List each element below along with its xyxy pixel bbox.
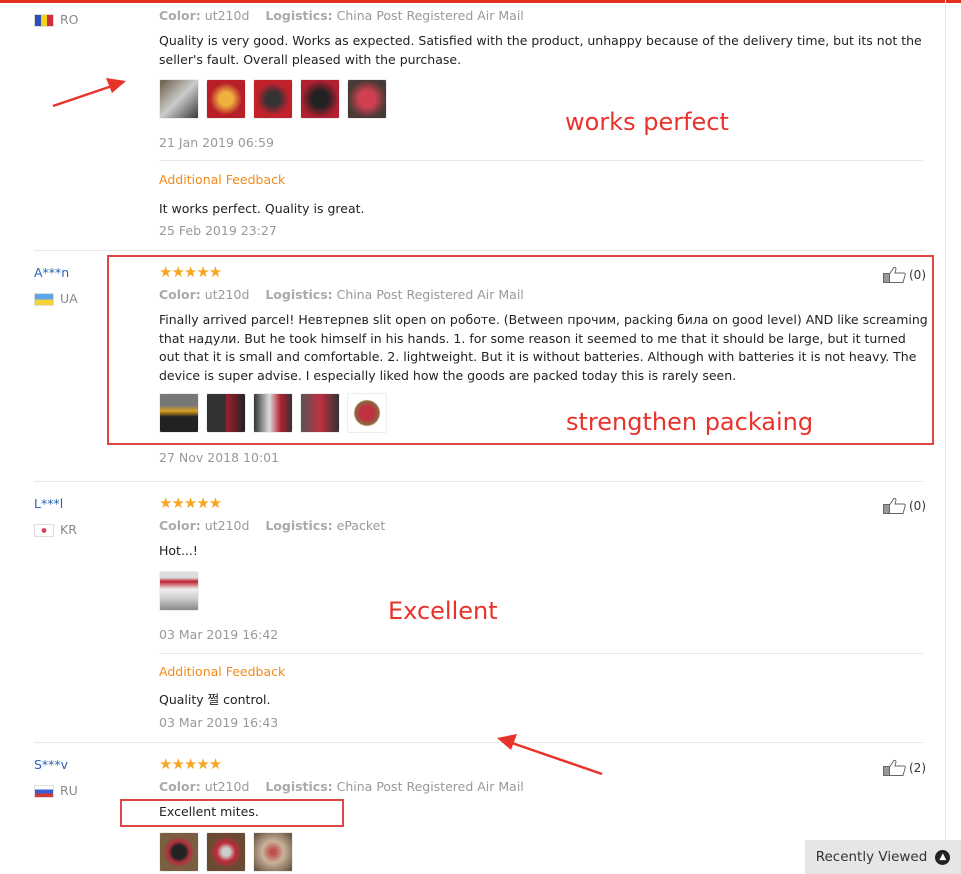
annotation-text: strengthen packaing bbox=[566, 408, 814, 436]
annotation-text: works perfect bbox=[565, 108, 729, 136]
annotation-text: Excellent bbox=[388, 597, 498, 625]
annotation-box bbox=[120, 799, 344, 827]
chevron-up-icon: ▲ bbox=[935, 849, 951, 865]
recently-viewed-button[interactable]: Recently Viewed ▲ bbox=[805, 840, 961, 874]
